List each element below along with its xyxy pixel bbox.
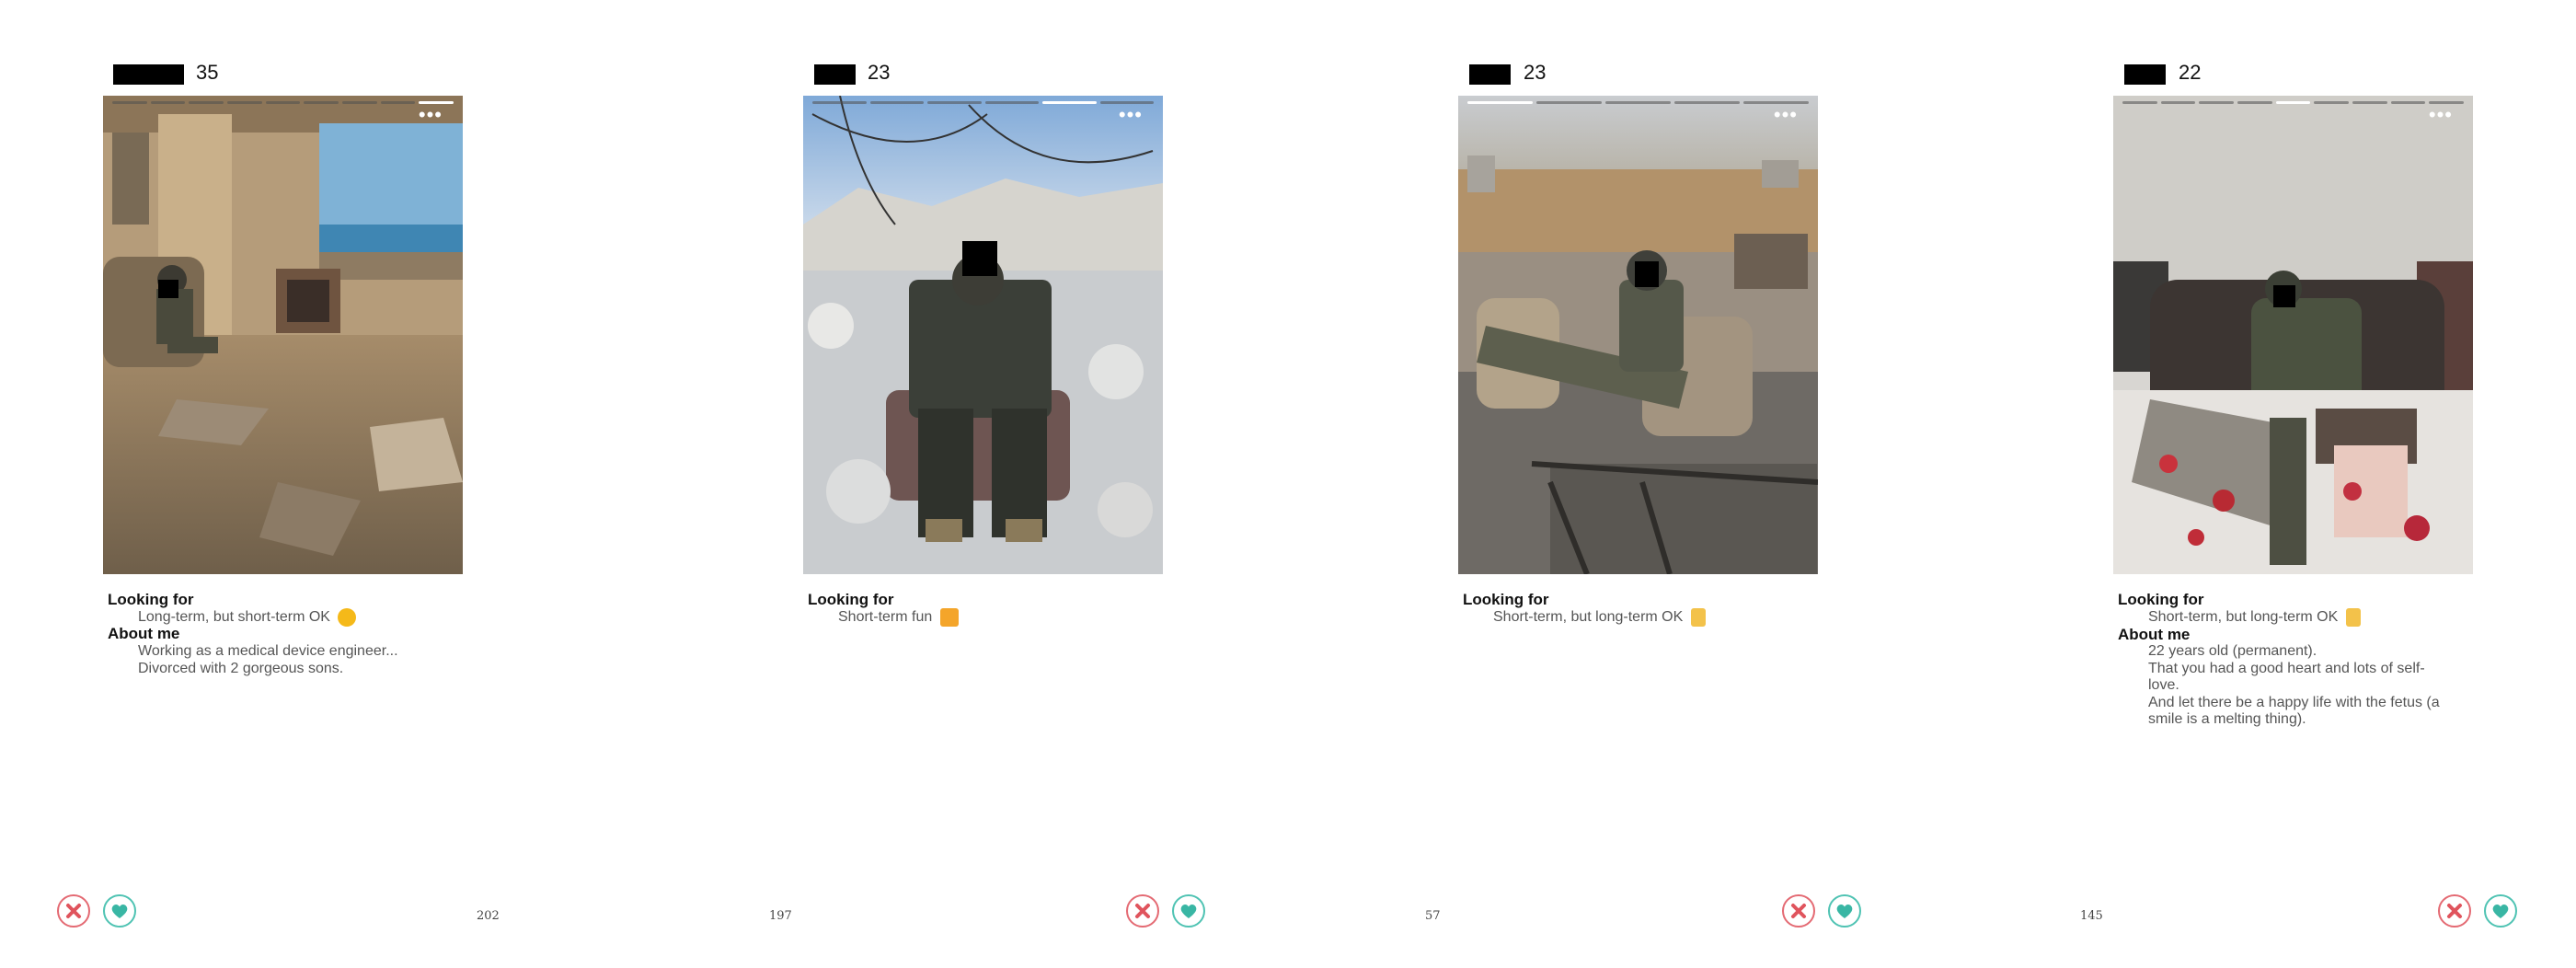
looking-for-label: Looking for <box>2118 591 2204 608</box>
looking-for-value: Short-term fun <box>838 608 959 627</box>
looking-for-label: Looking for <box>1463 591 1549 608</box>
about-me-line: 22 years old (permanent). <box>2148 643 2317 659</box>
photo-progress-bar <box>1467 101 1809 104</box>
x-icon <box>1135 904 1150 918</box>
name-redaction <box>113 64 184 85</box>
profile-photo[interactable]: ••• <box>103 96 463 574</box>
more-options-icon[interactable]: ••• <box>1774 105 1798 125</box>
like-button[interactable] <box>2484 894 2517 928</box>
like-button[interactable] <box>1172 894 1205 928</box>
party-popper-emoji <box>939 608 959 627</box>
nope-button[interactable] <box>57 894 90 928</box>
photo-progress-bar <box>2122 101 2465 104</box>
clinking-glasses-emoji <box>1690 608 1706 627</box>
heart-icon <box>2492 905 2509 918</box>
profile-photo[interactable]: ••• <box>2113 96 2473 574</box>
like-button[interactable] <box>103 894 136 928</box>
profile-photo[interactable]: ••• <box>803 96 1163 574</box>
nope-button[interactable] <box>1782 894 1815 928</box>
looking-for-value: Short-term, but long-term OK <box>2148 608 2361 627</box>
profile-age: 23 <box>868 61 891 84</box>
nope-button[interactable] <box>2438 894 2471 928</box>
looking-for-value: Short-term, but long-term OK <box>1493 608 1706 627</box>
about-me-line: That you had a good heart and lots of se… <box>2148 661 2425 676</box>
x-icon <box>66 904 81 918</box>
like-button[interactable] <box>1828 894 1861 928</box>
more-options-icon[interactable]: ••• <box>419 105 443 125</box>
item-count: 202 <box>477 909 500 923</box>
about-me-line: And let there be a happy life with the f… <box>2148 695 2440 710</box>
profile-card-3: 23 ••• Looking for Short-term, but long-… <box>1288 0 1932 968</box>
about-me-line: love. <box>2148 677 2179 693</box>
name-redaction <box>2124 64 2166 85</box>
more-options-icon[interactable]: ••• <box>1119 105 1143 125</box>
profile-card-1: 35 ••• Looking for Long-term, but short-… <box>0 0 644 968</box>
x-icon <box>2447 904 2462 918</box>
name-redaction <box>814 64 856 85</box>
heart-icon <box>1180 905 1197 918</box>
more-options-icon[interactable]: ••• <box>2429 105 2453 125</box>
about-me-line: smile is a melting thing). <box>2148 711 2306 727</box>
profile-age: 23 <box>1524 61 1547 84</box>
heart-eyes-emoji <box>338 608 357 627</box>
profile-age: 22 <box>2179 61 2202 84</box>
item-count: 145 <box>2080 909 2103 923</box>
photo-progress-bar <box>812 101 1154 104</box>
name-redaction <box>1469 64 1511 85</box>
heart-icon <box>111 905 128 918</box>
profile-age: 35 <box>196 61 219 84</box>
heart-icon <box>1836 905 1853 918</box>
about-me-label: About me <box>108 625 180 642</box>
looking-for-label: Looking for <box>108 591 194 608</box>
nope-button[interactable] <box>1126 894 1159 928</box>
about-me-line: Divorced with 2 gorgeous sons. <box>138 661 344 676</box>
x-icon <box>1791 904 1806 918</box>
item-count: 197 <box>769 909 792 923</box>
profile-card-4: 22 ••• Looking for Short-term, but long-… <box>1932 0 2576 968</box>
looking-for-label: Looking for <box>808 591 894 608</box>
about-me-label: About me <box>2118 626 2191 643</box>
clinking-glasses-emoji <box>2345 608 2361 627</box>
photo-progress-bar <box>112 101 454 104</box>
item-count: 57 <box>1425 909 1441 923</box>
looking-for-value: Long-term, but short-term OK <box>138 608 357 627</box>
profile-photo[interactable]: ••• <box>1458 96 1818 574</box>
profile-card-2: 23 ••• Looking for Short-term fun 197 <box>644 0 1288 968</box>
about-me-line: Working as a medical device engineer... <box>138 643 398 659</box>
